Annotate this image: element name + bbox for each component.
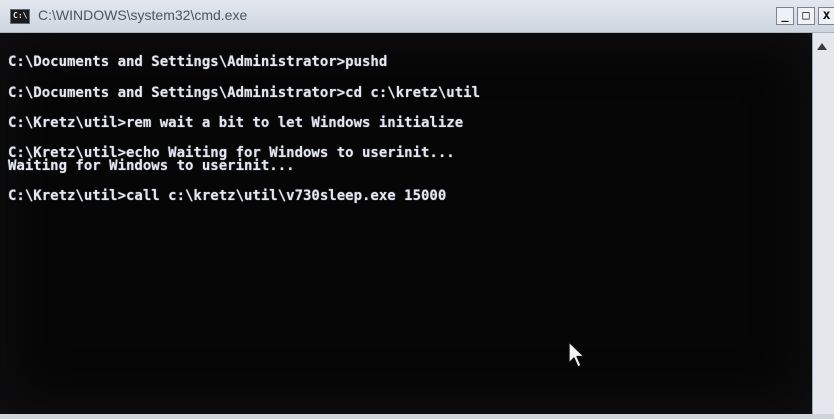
console-line: Waiting for Windows to userinit...: [8, 158, 295, 174]
window-title: C:\WINDOWS\system32\cmd.exe: [38, 7, 248, 23]
console-line: C:\Kretz\util>call c:\kretz\util\v730sle…: [8, 188, 447, 204]
console-line: C:\Documents and Settings\Administrator>…: [8, 54, 388, 70]
console-line: C:\Kretz\util>rem wait a bit to let Wind…: [8, 115, 464, 131]
vertical-scrollbar[interactable]: [812, 33, 834, 414]
maximize-button[interactable]: □: [797, 7, 815, 25]
window-bottom-border: [0, 414, 834, 419]
console-app-icon[interactable]: C:\: [10, 9, 30, 24]
title-bar[interactable]: C:\ C:\WINDOWS\system32\cmd.exe _ □ x: [0, 0, 834, 33]
console-output-area[interactable]: C:\Documents and Settings\Administrator>…: [0, 33, 812, 414]
cmd-window: C:\ C:\WINDOWS\system32\cmd.exe _ □ x C:…: [0, 0, 834, 419]
console-line: C:\Documents and Settings\Administrator>…: [8, 85, 481, 101]
minimize-button[interactable]: _: [776, 7, 794, 25]
scroll-up-arrow-icon[interactable]: [817, 43, 827, 50]
close-button[interactable]: x: [818, 7, 834, 25]
console-app-icon-text: C:\: [13, 11, 28, 20]
mouse-pointer-icon: [568, 341, 585, 368]
